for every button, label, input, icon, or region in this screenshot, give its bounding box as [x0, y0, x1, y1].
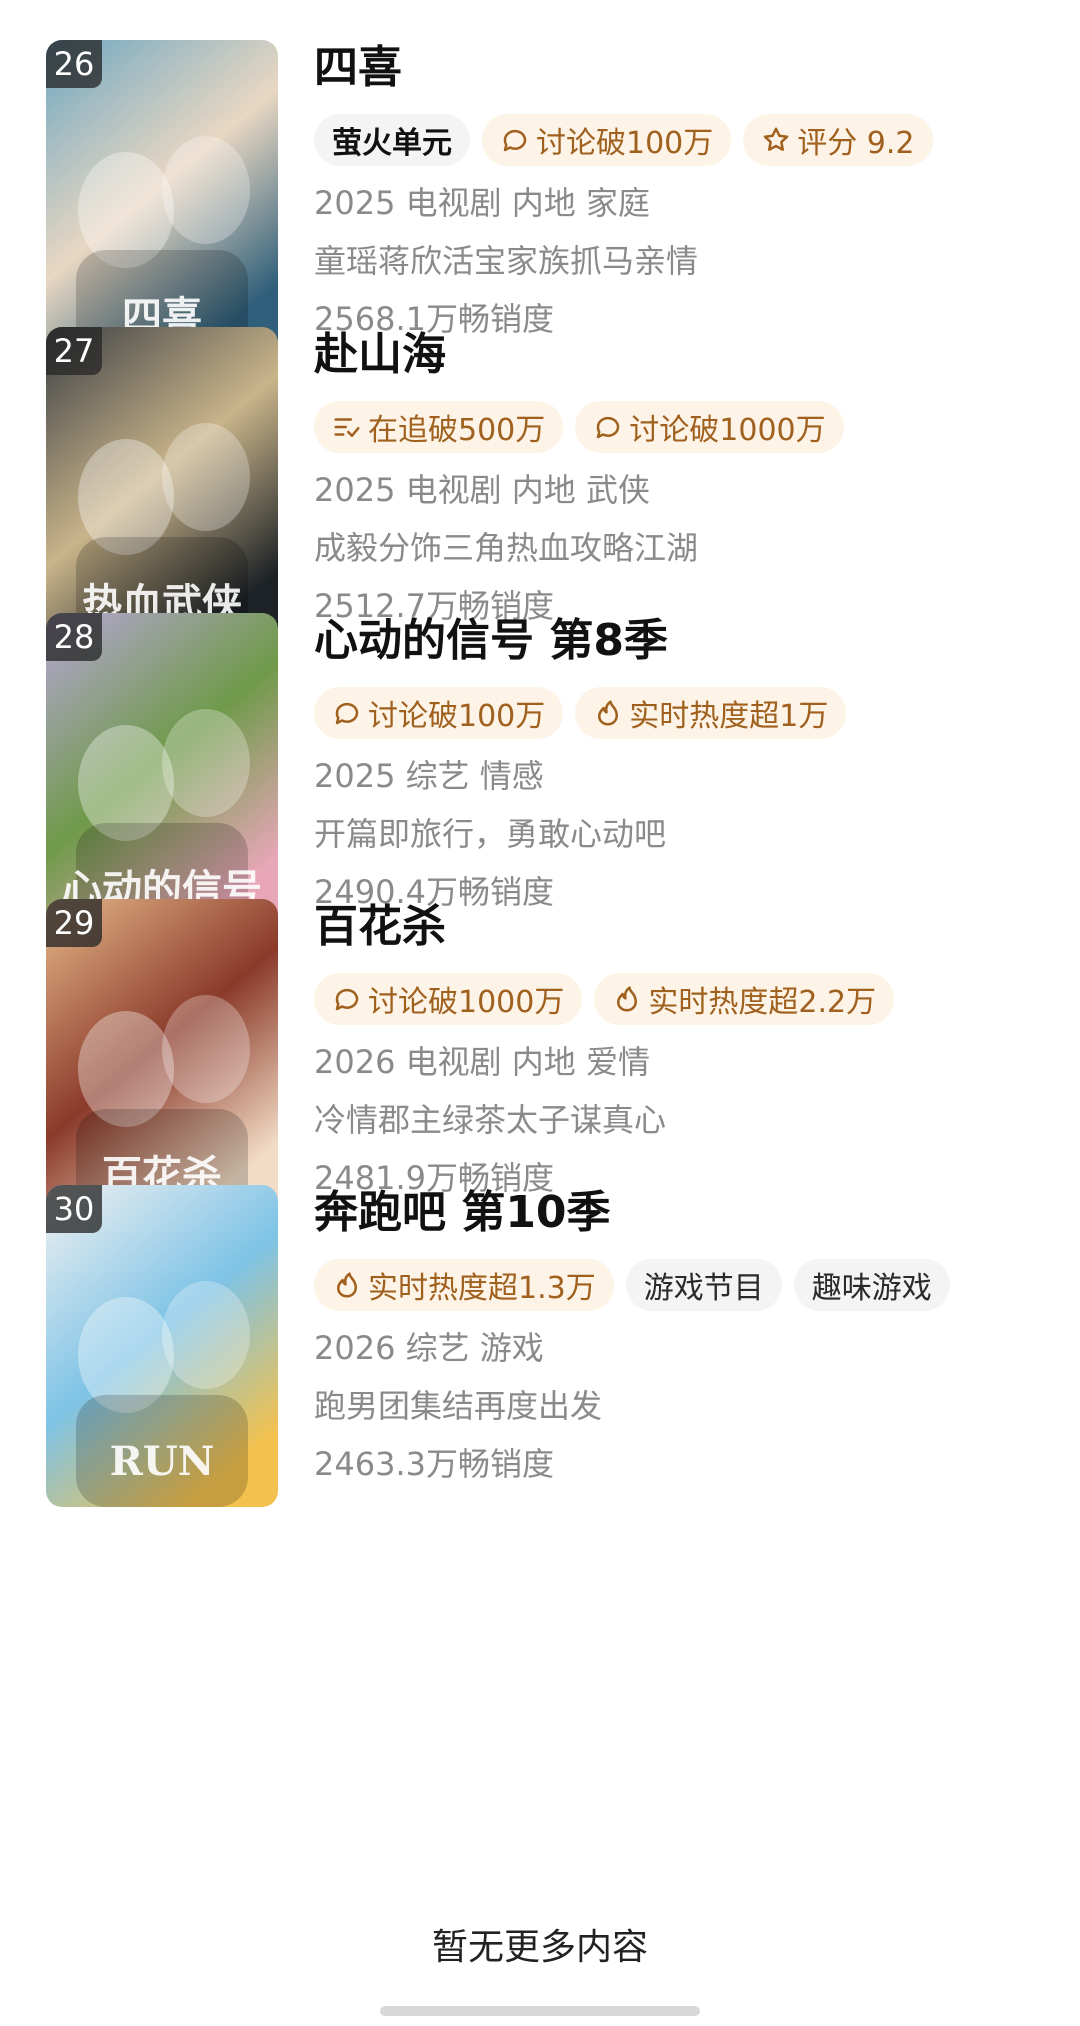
poster-image[interactable]: 百花杀 29 [46, 899, 278, 1221]
tag-label: 讨论破1000万 [368, 985, 565, 1020]
item-title[interactable]: 四喜 [314, 40, 1054, 96]
no-more-content: 暂无更多内容 [431, 1927, 648, 1968]
poster-artwork: RUN [46, 1185, 278, 1507]
item-info: 心动的信号 第8季讨论破100万 实时热度超1万 2025 综艺 情感开篇即旅行，勇… [314, 613, 1054, 921]
tag-chip[interactable]: 讨论破100万 [482, 114, 732, 166]
poster-image[interactable]: 四喜 26 [46, 40, 278, 362]
tag-label: 游戏节目 [643, 1271, 764, 1306]
tag-row: 萤火单元 讨论破100万 评分 9.2 [314, 114, 1054, 166]
comment-icon [335, 988, 359, 1011]
flame-icon [598, 700, 619, 726]
item-popularity: 2463.3万畅销度 [314, 1445, 554, 1483]
item-title[interactable]: 赴山海 [314, 327, 1054, 383]
item-meta: 2026 综艺 游戏 [314, 1329, 544, 1367]
star-icon [764, 127, 789, 151]
tag-label: 讨论破100万 [368, 699, 546, 734]
tag-chip[interactable]: 游戏节目 [625, 1259, 782, 1311]
ranking-item[interactable]: 四喜 26 四喜 萤火单元 讨论破100万 评分 9.2 2025 电视剧 内地 家庭 童瑶蒋… [0, 40, 1080, 370]
tag-label: 讨论破1000万 [629, 413, 826, 448]
rank-badge: 30 [46, 1185, 102, 1233]
tag-chip[interactable]: 讨论破1000万 [575, 401, 844, 453]
rank-badge: 26 [46, 40, 102, 88]
ranking-item[interactable]: RUN 30 奔跑吧 第10季实时热度超1.3万 游戏节目 趣味游戏 2026 综艺 游戏… [0, 1185, 1080, 1515]
tag-row: 实时热度超1.3万 游戏节目 趣味游戏 [314, 1259, 1054, 1311]
poster-artwork: 热血武侠 [46, 327, 278, 649]
item-description: 开篇即旅行，勇敢心动吧 [314, 815, 667, 853]
flame-icon [337, 1272, 357, 1298]
rank-badge: 27 [46, 327, 102, 375]
poster-artwork: 心动的信号 [46, 613, 278, 935]
item-meta: 2026 电视剧 内地 爱情 [314, 1043, 650, 1081]
item-title[interactable]: 百花杀 [314, 899, 1054, 955]
tag-chip[interactable]: 在追破500万 [314, 401, 564, 453]
item-info: 奔跑吧 第10季实时热度超1.3万 游戏节目 趣味游戏 2026 综艺 游戏跑男团集结… [314, 1185, 1054, 1493]
tag-chip[interactable]: 讨论破100万 [314, 687, 564, 739]
tag-row: 讨论破100万 实时热度超1万 [314, 687, 1054, 739]
tag-label: 趣味游戏 [811, 1271, 932, 1306]
tag-row: 在追破500万 讨论破1000万 [314, 401, 1054, 453]
brand-tag[interactable]: 萤火单元 [314, 114, 470, 166]
ranking-item[interactable]: 热血武侠 27 赴山海在追破500万 讨论破1000万 2025 电视剧 内地 武侠成毅… [0, 327, 1080, 657]
tag-label: 实时热度超1万 [629, 699, 829, 734]
item-description: 成毅分饰三角热血攻略江湖 [314, 529, 699, 567]
tag-chip[interactable]: 讨论破1000万 [314, 973, 583, 1025]
poster-image[interactable]: 心动的信号 28 [46, 613, 278, 935]
tag-chip[interactable]: 评分 9.2 [743, 114, 933, 166]
tag-chip[interactable]: 实时热度超1.3万 [314, 1259, 614, 1311]
tag-label: 实时热度超2.2万 [648, 985, 877, 1020]
tag-chip[interactable]: 趣味游戏 [793, 1259, 950, 1311]
home-indicator [380, 2006, 700, 2016]
poster-image[interactable]: 热血武侠 27 [46, 327, 278, 649]
item-info: 百花杀讨论破1000万 实时热度超2.2万 2026 电视剧 内地 爱情 冷情郡主绿茶… [314, 899, 1054, 1207]
item-title[interactable]: 心动的信号 第8季 [314, 613, 1054, 669]
comment-icon [503, 129, 527, 152]
rank-badge: 29 [46, 899, 102, 947]
poster-artwork: 四喜 [46, 40, 278, 362]
tag-label: 讨论破100万 [536, 126, 714, 161]
item-meta: 2025 综艺 情感 [314, 757, 544, 795]
item-meta: 2025 电视剧 内地 武侠 [314, 471, 650, 509]
comment-icon [597, 416, 620, 439]
flame-icon [617, 986, 638, 1012]
ranking-item[interactable]: 百花杀 29 百花杀 讨论破1000万 实时热度超2.2万 2026 电视剧 内地 爱情冷… [0, 899, 1080, 1229]
item-description: 童瑶蒋欣活宝家族抓马亲情 [314, 242, 699, 280]
item-description: 冷情郡主绿茶太子谋真心 [314, 1101, 667, 1139]
poster-image[interactable]: RUN 30 [46, 1185, 278, 1507]
comment-icon [335, 702, 359, 725]
tag-label: 实时热度超1.3万 [368, 1271, 596, 1306]
item-meta: 2025 电视剧 内地 家庭 [314, 184, 650, 222]
poster-title-art: RUN [110, 1438, 215, 1485]
item-info: 赴山海在追破500万 讨论破1000万 2025 电视剧 内地 武侠成毅分饰三角热血… [314, 327, 1054, 635]
list-check-icon [334, 418, 360, 437]
tag-chip[interactable]: 实时热度超2.2万 [594, 973, 895, 1025]
item-info: 四喜萤火单元 讨论破100万 评分 9.2 2025 电视剧 内地 家庭童瑶蒋欣活宝家… [314, 40, 1054, 348]
tag-row: 讨论破1000万 实时热度超2.2万 [314, 973, 1054, 1025]
tag-label: 萤火单元 [332, 126, 452, 161]
rank-badge: 28 [46, 613, 102, 661]
item-description: 跑男团集结再度出发 [314, 1387, 603, 1425]
item-title[interactable]: 奔跑吧 第10季 [314, 1185, 1054, 1241]
poster-artwork: 百花杀 [46, 899, 278, 1221]
tag-chip[interactable]: 实时热度超1万 [575, 687, 847, 739]
ranking-item[interactable]: 心动的信号 28 心动的信号 第8季讨论破100万 实时热度超1万 2025 综艺 情感… [0, 613, 1080, 943]
tag-label: 在追破500万 [368, 413, 546, 448]
tag-label: 评分 9.2 [797, 126, 915, 161]
